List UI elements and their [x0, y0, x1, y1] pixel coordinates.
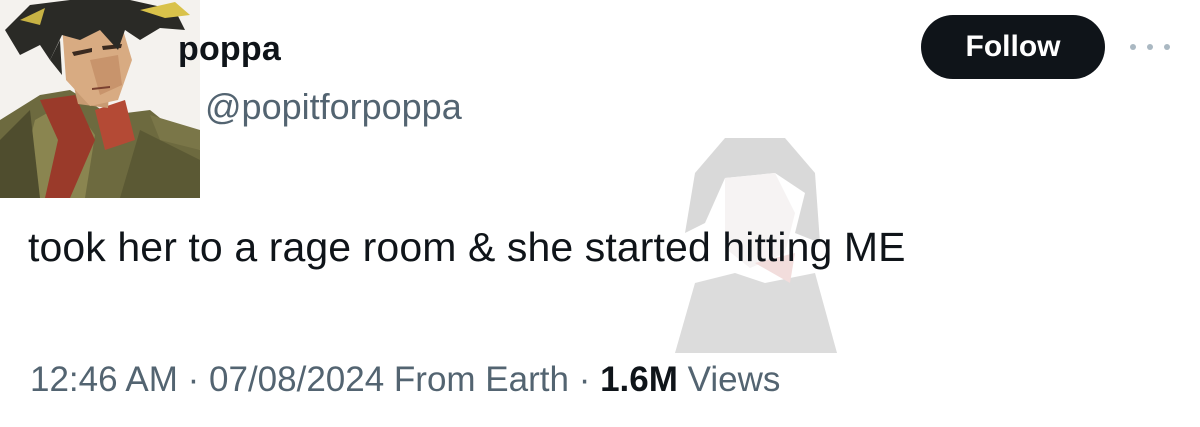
avatar[interactable] — [0, 0, 200, 198]
avatar-illustration — [0, 0, 200, 198]
more-dot — [1164, 44, 1170, 50]
user-handle[interactable]: @popitforpoppa — [205, 86, 462, 128]
tweet-source: From Earth — [393, 360, 569, 399]
more-dot — [1130, 44, 1136, 50]
tweet-time[interactable]: 12:46 AM — [30, 360, 178, 399]
display-name[interactable]: poppa — [178, 30, 281, 69]
more-horizontal-icon[interactable] — [1130, 40, 1170, 54]
views-label: Views — [687, 360, 781, 399]
tweet-text: took her to a rage room & she started hi… — [28, 224, 906, 270]
more-dot — [1147, 44, 1153, 50]
views-count[interactable]: 1.6M — [600, 360, 678, 399]
tweet-meta: 12:46 AM · 07/08/2024 From Earth · 1.6M … — [30, 360, 780, 400]
follow-button[interactable]: Follow — [921, 15, 1105, 79]
meta-separator: · — [578, 360, 591, 399]
tweet-date[interactable]: 07/08/2024 — [209, 360, 384, 399]
meta-separator: · — [187, 360, 200, 399]
